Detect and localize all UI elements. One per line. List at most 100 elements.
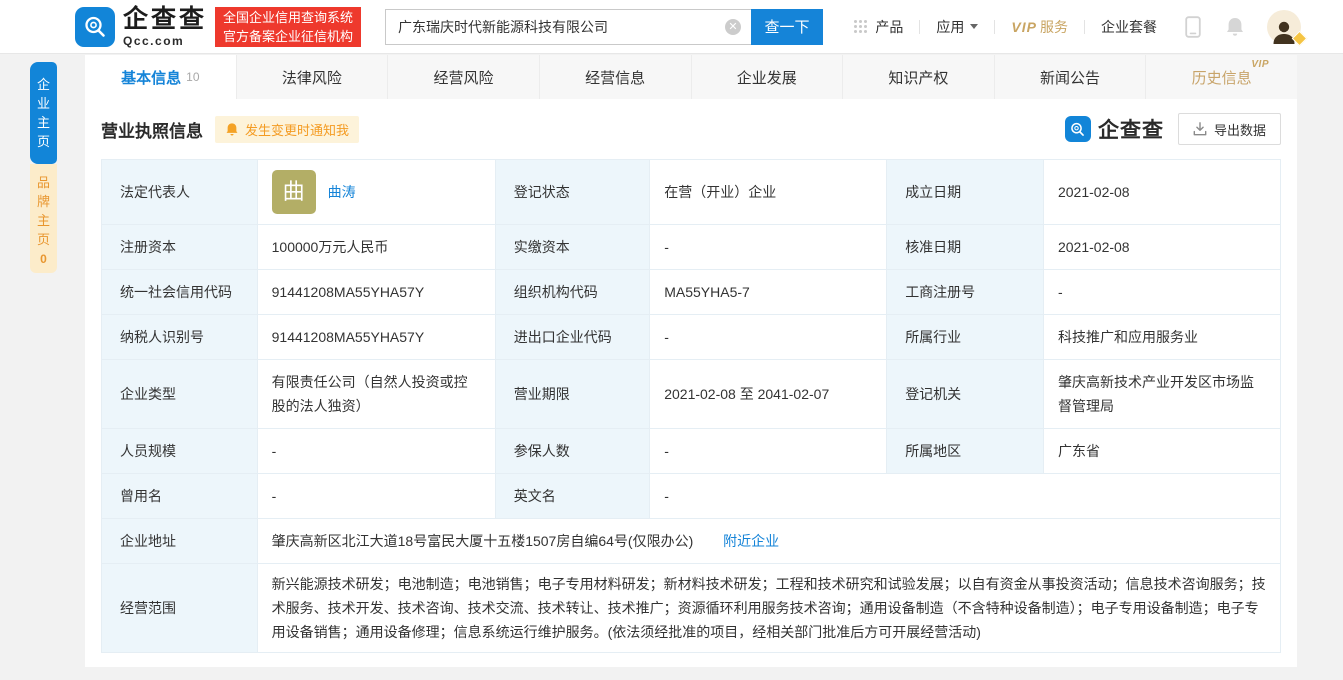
taxpayer-id-label: 纳税人识别号: [102, 315, 258, 360]
reg-no-label: 工商注册号: [887, 270, 1044, 315]
table-row: 人员规模 - 参保人数 - 所属地区 广东省: [102, 429, 1281, 474]
search-input[interactable]: [385, 9, 751, 45]
nav-vip-service[interactable]: VIP 服务: [995, 17, 1084, 37]
business-scope-label: 经营范围: [102, 564, 258, 653]
business-term-label: 营业期限: [495, 360, 649, 429]
bell-icon: [225, 122, 239, 137]
reg-authority-value: 肇庆高新技术产业开发区市场监督管理局: [1043, 360, 1280, 429]
industry-label: 所属行业: [887, 315, 1044, 360]
org-code-label: 组织机构代码: [495, 270, 649, 315]
table-row: 企业类型 有限责任公司（自然人投资或控股的法人独资） 营业期限 2021-02-…: [102, 360, 1281, 429]
table-row: 经营范围 新兴能源技术研发；电池制造；电池销售；电子专用材料研发；新材料技术研发…: [102, 564, 1281, 653]
export-data-button[interactable]: 导出数据: [1178, 113, 1281, 145]
reg-status-value: 在营（开业）企业: [650, 160, 887, 225]
tab-basic-info-count: 10: [186, 70, 199, 84]
legal-rep-avatar[interactable]: 曲: [272, 170, 316, 214]
header-nav: 产品 应用 VIP 服务 企业套餐: [837, 10, 1301, 44]
reg-capital-label: 注册资本: [102, 225, 258, 270]
credit-code-value: 91441208MA55YHA57Y: [257, 270, 495, 315]
qcc-watermark-icon: [1065, 116, 1091, 142]
qcc-logo-icon: [75, 7, 115, 47]
sidebar-tab-brand-home[interactable]: 品牌主页 0: [30, 164, 57, 273]
nav-app[interactable]: 应用: [920, 17, 994, 37]
table-row: 纳税人识别号 91441208MA55YHA57Y 进出口企业代码 - 所属行业…: [102, 315, 1281, 360]
est-date-value: 2021-02-08: [1043, 160, 1280, 225]
import-export-code-value: -: [650, 315, 887, 360]
tab-legal-risk[interactable]: 法律风险: [237, 55, 389, 99]
page-body: 企业主页 品牌主页 0 基本信息 10 法律风险 经营风险 经营信息 企业发展 …: [0, 54, 1343, 680]
company-type-label: 企业类型: [102, 360, 258, 429]
category-tabbar: 基本信息 10 法律风险 经营风险 经营信息 企业发展 知识产权 新闻公告 VI…: [85, 55, 1297, 99]
search-button[interactable]: 查一下: [751, 9, 823, 45]
user-avatar[interactable]: [1267, 10, 1301, 44]
legal-rep-label: 法定代表人: [102, 160, 258, 225]
clear-search-icon[interactable]: ✕: [725, 19, 741, 35]
tab-news[interactable]: 新闻公告: [995, 55, 1147, 99]
former-name-value: -: [257, 474, 495, 519]
change-notify-button[interactable]: 发生变更时通知我: [215, 116, 359, 143]
sidebar-tab-company-home[interactable]: 企业主页: [30, 62, 57, 164]
reg-authority-label: 登记机关: [887, 360, 1044, 429]
tab-basic-info[interactable]: 基本信息 10: [85, 55, 237, 99]
notifications-button[interactable]: [1213, 16, 1257, 38]
reg-status-label: 登记状态: [495, 160, 649, 225]
table-row: 法定代表人 曲 曲涛 登记状态 在营（开业）企业 成立日期 2021-02-08: [102, 160, 1281, 225]
industry-value: 科技推广和应用服务业: [1043, 315, 1280, 360]
legal-rep-link[interactable]: 曲涛: [328, 180, 356, 204]
tab-company-development[interactable]: 企业发展: [692, 55, 844, 99]
approval-date-label: 核准日期: [887, 225, 1044, 270]
search-bar: ✕ 查一下: [385, 9, 823, 45]
license-table-wrap: 法定代表人 曲 曲涛 登记状态 在营（开业）企业 成立日期 2021-02-08…: [85, 159, 1297, 653]
qcc-watermark: 企查查: [1065, 114, 1164, 144]
mobile-app-button[interactable]: [1173, 16, 1213, 38]
english-name-label: 英文名: [495, 474, 649, 519]
business-scope-value: 新兴能源技术研发；电池制造；电池销售；电子专用材料研发；新材料技术研发；工程和技…: [257, 564, 1280, 653]
table-row: 统一社会信用代码 91441208MA55YHA57Y 组织机构代码 MA55Y…: [102, 270, 1281, 315]
import-export-code-label: 进出口企业代码: [495, 315, 649, 360]
content-panel: 基本信息 10 法律风险 经营风险 经营信息 企业发展 知识产权 新闻公告 VI…: [85, 55, 1297, 667]
brand-name: 企查查: [123, 7, 207, 32]
tab-intellectual-property[interactable]: 知识产权: [843, 55, 995, 99]
former-name-label: 曾用名: [102, 474, 258, 519]
brand-domain: Qcc.com: [123, 35, 207, 47]
brand-home-count: 0: [37, 250, 50, 269]
reg-capital-value: 100000万元人民币: [257, 225, 495, 270]
company-type-value: 有限责任公司（自然人投资或控股的法人独资）: [257, 360, 495, 429]
approval-date-value: 2021-02-08: [1043, 225, 1280, 270]
section-title: 营业执照信息: [101, 117, 203, 142]
table-row: 企业地址 肇庆高新区北江大道18号富民大厦十五楼1507房自编64号(仅限办公)…: [102, 519, 1281, 564]
nav-product[interactable]: 产品: [837, 17, 919, 37]
insured-value: -: [650, 429, 887, 474]
nav-enterprise-package[interactable]: 企业套餐: [1085, 17, 1173, 37]
download-icon: [1193, 122, 1207, 136]
tab-operation-risk[interactable]: 经营风险: [388, 55, 540, 99]
tab-history-info[interactable]: VIP 历史信息: [1146, 55, 1297, 99]
magnifier-icon: [82, 14, 108, 40]
chevron-down-icon: [970, 24, 978, 29]
table-row: 曾用名 - 英文名 -: [102, 474, 1281, 519]
left-side-tabs: 企业主页 品牌主页 0: [30, 62, 57, 273]
credit-system-badge: 全国企业信用查询系统 官方备案企业征信机构: [215, 7, 361, 47]
insured-label: 参保人数: [495, 429, 649, 474]
reg-no-value: -: [1043, 270, 1280, 315]
top-header: 企查查 Qcc.com 全国企业信用查询系统 官方备案企业征信机构 ✕ 查一下 …: [0, 0, 1343, 54]
vip-tag: VIP: [1251, 59, 1269, 70]
region-value: 广东省: [1043, 429, 1280, 474]
address-value: 肇庆高新区北江大道18号富民大厦十五楼1507房自编64号(仅限办公) 附近企业: [257, 519, 1280, 564]
phone-icon: [1185, 16, 1201, 38]
credit-code-label: 统一社会信用代码: [102, 270, 258, 315]
section-header: 营业执照信息 发生变更时通知我 企查查: [85, 99, 1297, 159]
license-table: 法定代表人 曲 曲涛 登记状态 在营（开业）企业 成立日期 2021-02-08…: [101, 159, 1281, 653]
taxpayer-id-value: 91441208MA55YHA57Y: [257, 315, 495, 360]
nearby-companies-link[interactable]: 附近企业: [723, 533, 779, 549]
est-date-label: 成立日期: [887, 160, 1044, 225]
staff-size-label: 人员规模: [102, 429, 258, 474]
business-term-value: 2021-02-08 至 2041-02-07: [650, 360, 887, 429]
staff-size-value: -: [257, 429, 495, 474]
legal-rep-value: 曲 曲涛: [257, 160, 495, 225]
tab-operation-info[interactable]: 经营信息: [540, 55, 692, 99]
qcc-logo[interactable]: 企查查 Qcc.com: [75, 7, 207, 47]
address-label: 企业地址: [102, 519, 258, 564]
region-label: 所属地区: [887, 429, 1044, 474]
paid-capital-label: 实缴资本: [495, 225, 649, 270]
